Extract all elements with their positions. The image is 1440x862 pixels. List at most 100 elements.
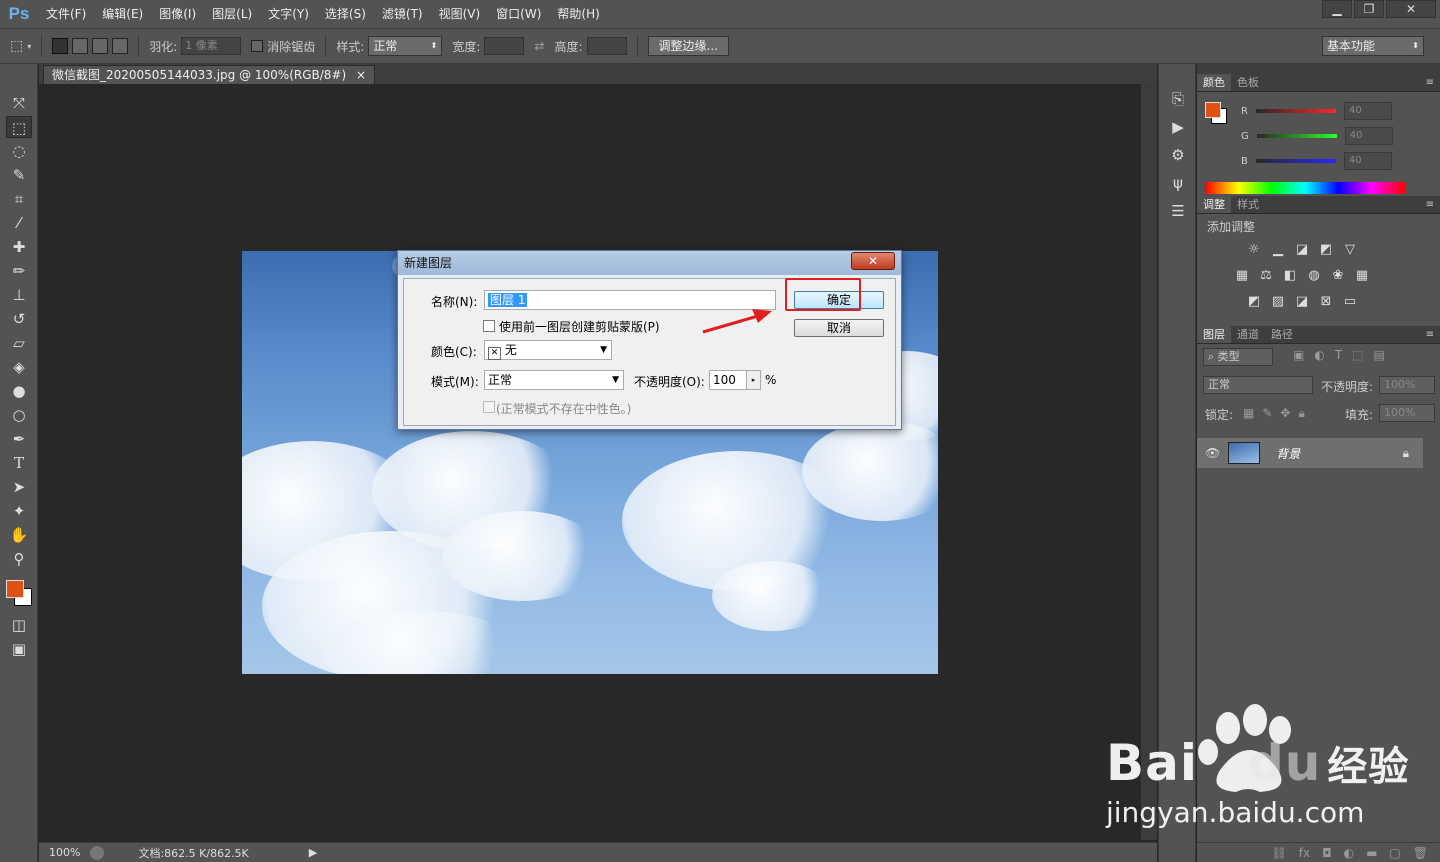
foreground-color-swatch[interactable] bbox=[6, 580, 24, 598]
antialias-checkbox[interactable] bbox=[251, 40, 264, 52]
rect-marquee-tool-icon[interactable]: ⬚ bbox=[6, 116, 32, 138]
path-select-tool-icon[interactable]: ➤ bbox=[6, 476, 32, 498]
close-window-button[interactable]: ✕ bbox=[1386, 0, 1436, 18]
link-layers-icon[interactable]: ⛓ bbox=[1272, 846, 1287, 860]
panel-menu-icon[interactable]: ≡ bbox=[1426, 74, 1434, 92]
menu-image[interactable]: 图像(I) bbox=[151, 0, 204, 28]
tab-styles[interactable]: 样式 bbox=[1231, 196, 1265, 213]
workspace-select[interactable]: 基本功能 ⬍ bbox=[1322, 36, 1424, 56]
slider-b-value[interactable]: 40 bbox=[1343, 152, 1392, 170]
type-filter-icon[interactable]: T bbox=[1335, 348, 1342, 362]
slider-r-track[interactable] bbox=[1255, 109, 1336, 113]
chevron-right-icon[interactable]: ▸ bbox=[746, 371, 760, 389]
photo-filter-icon[interactable]: ◍ bbox=[1305, 268, 1323, 284]
status-menu-icon[interactable] bbox=[90, 845, 105, 860]
minimize-button[interactable]: ▁ bbox=[1322, 0, 1352, 18]
fill-input[interactable]: 100% bbox=[1379, 404, 1435, 422]
slider-r[interactable]: R 40 bbox=[1241, 102, 1392, 120]
brush-presets-icon[interactable]: ψ bbox=[1165, 172, 1191, 194]
healing-brush-tool-icon[interactable]: ✚ bbox=[6, 236, 32, 258]
hand-tool-icon[interactable]: ✋ bbox=[6, 524, 32, 546]
adjustment-filter-icon[interactable]: ◐ bbox=[1314, 348, 1324, 362]
lasso-tool-icon[interactable]: ◌ bbox=[6, 140, 32, 162]
menu-filter[interactable]: 滤镜(T) bbox=[374, 0, 431, 28]
type-tool-icon[interactable]: T bbox=[6, 452, 32, 474]
menu-file[interactable]: 文件(F) bbox=[38, 0, 94, 28]
style-select[interactable]: 正常 ⬍ bbox=[368, 36, 443, 56]
posterize-icon[interactable]: ▨ bbox=[1269, 294, 1287, 310]
color-lookup-icon[interactable]: ▦ bbox=[1353, 268, 1371, 284]
delete-layer-icon[interactable]: 🗑︎ bbox=[1413, 846, 1428, 860]
menu-edit[interactable]: 编辑(E) bbox=[94, 0, 151, 28]
new-group-icon[interactable]: ▬ bbox=[1366, 846, 1377, 860]
opacity-input[interactable]: 100 ▸ bbox=[709, 370, 761, 390]
paint-bucket-tool-icon[interactable]: ◈ bbox=[6, 356, 32, 378]
marquee-tool-preset[interactable]: ⬚ ▾ bbox=[10, 38, 31, 54]
dialog-close-button[interactable]: ✕ bbox=[851, 252, 895, 270]
quick-select-tool-icon[interactable]: ✎ bbox=[6, 164, 32, 186]
tool-presets-icon[interactable]: ☰ bbox=[1165, 200, 1191, 222]
crop-tool-icon[interactable]: ⌗ bbox=[6, 188, 32, 210]
selective-color-icon[interactable]: ⊠ bbox=[1317, 294, 1335, 310]
levels-icon[interactable]: ▁ bbox=[1269, 242, 1287, 258]
panel-menu-icon[interactable]: ≡ bbox=[1426, 196, 1434, 214]
slider-g[interactable]: G 40 bbox=[1241, 127, 1393, 145]
cancel-button[interactable]: 取消 bbox=[794, 319, 884, 337]
shape-filter-icon[interactable]: ⬚ bbox=[1352, 348, 1363, 362]
lock-position-icon[interactable]: ✥ bbox=[1280, 406, 1290, 421]
vertical-scrollbar[interactable] bbox=[1141, 84, 1157, 840]
add-selection-icon[interactable] bbox=[72, 38, 89, 54]
slider-g-track[interactable] bbox=[1256, 134, 1337, 138]
move-tool-icon[interactable]: ⤧ bbox=[6, 92, 32, 114]
zoom-tool-icon[interactable]: ⚲ bbox=[6, 548, 32, 570]
black-white-icon[interactable]: ◧ bbox=[1281, 268, 1299, 284]
lock-transparent-icon[interactable]: ▦ bbox=[1243, 406, 1254, 421]
tab-paths[interactable]: 路径 bbox=[1265, 326, 1299, 343]
subtract-selection-icon[interactable] bbox=[92, 38, 109, 54]
tab-color[interactable]: 颜色 bbox=[1197, 74, 1231, 91]
quick-mask-icon[interactable]: ◫ bbox=[6, 614, 32, 636]
tab-channels[interactable]: 通道 bbox=[1231, 326, 1265, 343]
lock-paint-icon[interactable]: ✎ bbox=[1262, 406, 1272, 421]
menu-layer[interactable]: 图层(L) bbox=[204, 0, 260, 28]
tab-layers[interactable]: 图层 bbox=[1197, 326, 1231, 343]
pen-tool-icon[interactable]: ✒ bbox=[6, 428, 32, 450]
color-ramp[interactable] bbox=[1205, 182, 1405, 194]
swap-icon[interactable]: ⇄ bbox=[534, 39, 544, 53]
new-selection-icon[interactable] bbox=[52, 38, 69, 54]
screen-mode-icon[interactable]: ▣ bbox=[6, 638, 32, 660]
document-tab[interactable]: 微信截图_20200505144033.jpg @ 100%(RGB/8#) × bbox=[43, 65, 376, 84]
menu-help[interactable]: 帮助(H) bbox=[549, 0, 607, 28]
width-input[interactable] bbox=[484, 37, 525, 55]
feather-input[interactable]: 1 像素 bbox=[181, 37, 242, 55]
history-panel-icon[interactable]: ⎘ bbox=[1165, 88, 1191, 110]
color-balance-icon[interactable]: ⚖ bbox=[1257, 268, 1275, 284]
slider-r-value[interactable]: 40 bbox=[1343, 102, 1392, 120]
fx-icon[interactable]: fx bbox=[1299, 846, 1310, 860]
tab-adjustments[interactable]: 调整 bbox=[1197, 196, 1231, 213]
color-select[interactable]: ✕ 无 ▼ bbox=[484, 340, 612, 360]
shape-tool-icon[interactable]: ✦ bbox=[6, 500, 32, 522]
layer-row[interactable]: 👁︎ 背景 🔒︎ bbox=[1197, 438, 1423, 468]
height-input[interactable] bbox=[586, 37, 627, 55]
channel-mixer-icon[interactable]: ❀ bbox=[1329, 268, 1347, 284]
actions-play-icon[interactable]: ▶ bbox=[1165, 116, 1191, 138]
tab-swatches[interactable]: 色板 bbox=[1231, 74, 1265, 91]
menu-window[interactable]: 窗口(W) bbox=[488, 0, 549, 28]
layer-comps-icon[interactable]: ⚙ bbox=[1165, 144, 1191, 166]
layer-name[interactable]: 背景 bbox=[1276, 445, 1300, 462]
slider-g-value[interactable]: 40 bbox=[1344, 127, 1393, 145]
slider-b-track[interactable] bbox=[1255, 159, 1336, 163]
eye-icon[interactable]: 👁︎ bbox=[1205, 446, 1220, 460]
intersect-selection-icon[interactable] bbox=[112, 38, 129, 54]
blend-mode-select[interactable]: 正常 bbox=[1203, 376, 1313, 394]
brush-tool-icon[interactable]: ✏ bbox=[6, 260, 32, 282]
close-icon[interactable]: × bbox=[356, 68, 366, 82]
menu-select[interactable]: 选择(S) bbox=[317, 0, 374, 28]
clipping-mask-checkbox[interactable] bbox=[483, 320, 495, 332]
menu-view[interactable]: 视图(V) bbox=[431, 0, 489, 28]
panel-menu-icon[interactable]: ≡ bbox=[1426, 326, 1434, 344]
invert-icon[interactable]: ◩ bbox=[1245, 294, 1263, 310]
curves-icon[interactable]: ◪ bbox=[1293, 242, 1311, 258]
restore-button[interactable]: ❐ bbox=[1354, 0, 1384, 18]
